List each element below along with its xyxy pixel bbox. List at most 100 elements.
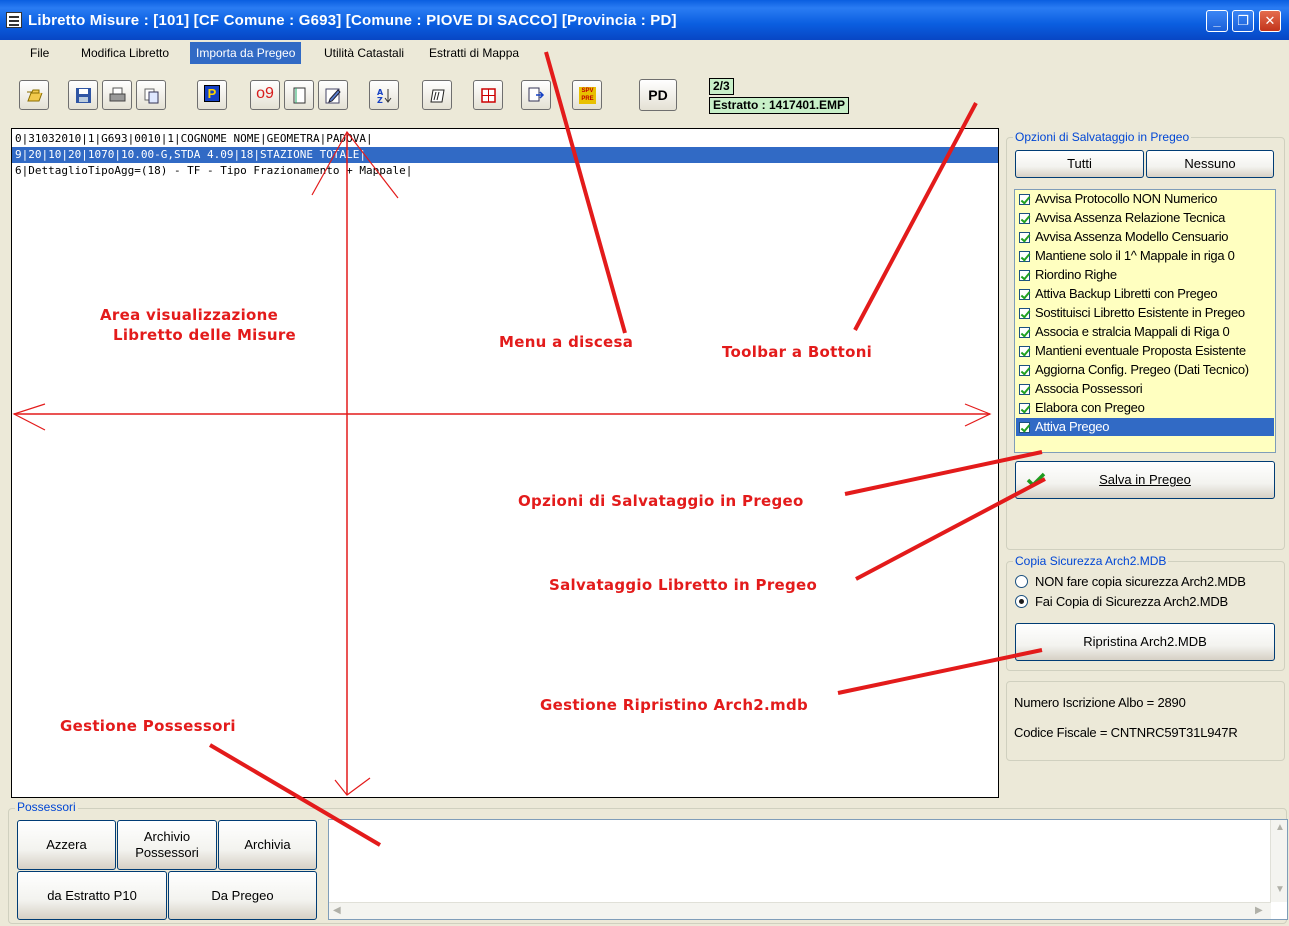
checkbox-checked[interactable] — [1019, 365, 1030, 376]
backup-legend: Copia Sicurezza Arch2.MDB — [1013, 554, 1169, 568]
checkbox-checked[interactable] — [1019, 232, 1030, 243]
annotation-toolbar: Toolbar a Bottoni — [722, 343, 873, 361]
spv-pre-icon: SPV PRE — [579, 87, 596, 104]
green-check-icon — [1026, 472, 1046, 488]
libretto-row-selected[interactable]: 9|20|10|20|1070|10.00-G,STDA 4.09|18|STA… — [12, 147, 998, 163]
pd-button[interactable]: PD — [639, 79, 677, 111]
frame-button[interactable] — [422, 80, 452, 110]
annotation-ripristino: Gestione Ripristino Arch2.mdb — [540, 696, 809, 714]
info-group — [1006, 681, 1285, 761]
annotation-possessori: Gestione Possessori — [60, 717, 236, 735]
checkbox-checked[interactable] — [1019, 194, 1030, 205]
restore-icon[interactable]: ❐ — [1232, 10, 1254, 32]
checkbox-checked[interactable] — [1019, 327, 1030, 338]
minimize-icon[interactable]: _ — [1206, 10, 1228, 32]
scroll-down-icon[interactable]: ▼ — [1275, 884, 1285, 895]
spv-pre-button[interactable]: SPV PRE — [572, 80, 602, 110]
save-button[interactable] — [68, 80, 98, 110]
export-button[interactable] — [521, 80, 551, 110]
menu-estratti-di-mappa[interactable]: Estratti di Mappa — [423, 42, 525, 64]
checkbox-checked[interactable] — [1019, 384, 1030, 395]
toolbar: P o9 AZ SPV PRE PD — [0, 66, 1289, 124]
checkbox-checked[interactable] — [1019, 346, 1030, 357]
page-button[interactable] — [284, 80, 314, 110]
grid-button[interactable] — [473, 80, 503, 110]
radio-do-backup[interactable] — [1015, 595, 1028, 608]
annotation-menu: Menu a discesa — [499, 333, 634, 351]
option-mantiene-mappale[interactable]: Mantiene solo il 1^ Mappale in riga 0 — [1016, 247, 1274, 265]
pregeo-p-button[interactable]: P — [197, 80, 227, 110]
checkbox-checked[interactable] — [1019, 422, 1030, 433]
red-grid-icon — [481, 88, 496, 103]
da-estratto-p10-button[interactable]: da Estratto P10 — [17, 871, 167, 920]
sort-button[interactable]: AZ — [369, 80, 399, 110]
option-avvisa-protocollo[interactable]: Avvisa Protocollo NON Numerico — [1016, 190, 1274, 208]
albo-number: Numero Iscrizione Albo = 2890 — [1014, 695, 1186, 710]
checkbox-checked[interactable] — [1019, 213, 1030, 224]
libretto-text-area[interactable]: 0|31032010|1|G693|0010|1|COGNOME NOME|GE… — [11, 128, 999, 798]
menu-modifica-libretto[interactable]: Modifica Libretto — [75, 42, 175, 64]
annotation-opzioni: Opzioni di Salvataggio in Pregeo — [518, 492, 804, 510]
azzera-button[interactable]: Azzera — [17, 820, 116, 870]
menu-utilita-catastali[interactable]: Utilità Catastali — [318, 42, 410, 64]
select-all-button[interactable]: Tutti — [1015, 150, 1144, 178]
close-icon[interactable]: ✕ — [1259, 10, 1281, 32]
option-sostituisci-libretto[interactable]: Sostituisci Libretto Esistente in Pregeo — [1016, 304, 1274, 322]
option-riordino-righe[interactable]: Riordino Righe — [1016, 266, 1274, 284]
codice-fiscale: Codice Fiscale = CNTNRC59T31L947R — [1014, 725, 1238, 740]
da-pregeo-button[interactable]: Da Pregeo — [168, 871, 317, 920]
libretto-row[interactable]: 0|31032010|1|G693|0010|1|COGNOME NOME|GE… — [12, 131, 998, 147]
checkbox-checked[interactable] — [1019, 270, 1030, 281]
scroll-right-icon[interactable]: ▶ — [1255, 905, 1263, 916]
possessori-textarea[interactable]: ▲ ▼ ◀ ▶ — [328, 819, 1288, 920]
checkbox-checked[interactable] — [1019, 251, 1030, 262]
option-associa-stralcia[interactable]: Associa e stralcia Mappali di Riga 0 — [1016, 323, 1274, 341]
save-in-pregeo-label: Salva in Pregeo — [1099, 472, 1191, 487]
scroll-up-icon[interactable]: ▲ — [1275, 822, 1285, 833]
archivio-possessori-button[interactable]: Archivio Possessori — [117, 820, 217, 870]
open-folder-button[interactable] — [19, 80, 49, 110]
loop-nine-icon: o9 — [256, 85, 274, 102]
scroll-left-icon[interactable]: ◀ — [333, 905, 341, 916]
horizontal-scrollbar[interactable]: ◀ ▶ — [329, 902, 1271, 919]
floppy-icon — [76, 88, 91, 103]
option-mantieni-proposta[interactable]: Mantieni eventuale Proposta Esistente — [1016, 342, 1274, 360]
restore-arch2-button[interactable]: Ripristina Arch2.MDB — [1015, 623, 1275, 661]
option-avvisa-modello[interactable]: Avvisa Assenza Modello Censuario — [1016, 228, 1274, 246]
page-status: 2/3 — [709, 78, 734, 95]
checkbox-checked[interactable] — [1019, 308, 1030, 319]
svg-text:Z: Z — [377, 96, 383, 104]
menu-file[interactable]: File — [24, 42, 55, 64]
printer-icon — [109, 87, 126, 102]
radio-no-backup[interactable] — [1015, 575, 1028, 588]
archivio-label-1: Archivio — [143, 829, 191, 844]
copy-pages-icon — [144, 88, 159, 104]
edit-button[interactable] — [318, 80, 348, 110]
vertical-scrollbar[interactable]: ▲ ▼ — [1270, 820, 1287, 902]
annotation-area-line1: Area visualizzazione — [100, 306, 279, 324]
option-avvisa-relazione[interactable]: Avvisa Assenza Relazione Tecnica — [1016, 209, 1274, 227]
save-in-pregeo-button[interactable]: Salva in Pregeo — [1015, 461, 1275, 499]
window-title: Libretto Misure : [101] [CF Comune : G69… — [28, 12, 677, 29]
option-associa-possessori[interactable]: Associa Possessori — [1016, 380, 1274, 398]
pd-label: PD — [648, 87, 668, 103]
checkbox-checked[interactable] — [1019, 289, 1030, 300]
option-aggiorna-config[interactable]: Aggiorna Config. Pregeo (Dati Tecnico) — [1016, 361, 1274, 379]
save-options-legend: Opzioni di Salvataggio in Pregeo — [1013, 130, 1192, 144]
copy-button[interactable] — [136, 80, 166, 110]
notebook-icon — [293, 87, 306, 104]
nine-button[interactable]: o9 — [250, 80, 280, 110]
checkbox-checked[interactable] — [1019, 403, 1030, 414]
select-none-button[interactable]: Nessuno — [1146, 150, 1274, 178]
option-elabora-pregeo[interactable]: Elabora con Pregeo — [1016, 399, 1274, 417]
option-attiva-backup[interactable]: Attiva Backup Libretti con Pregeo — [1016, 285, 1274, 303]
option-attiva-pregeo[interactable]: Attiva Pregeo — [1016, 418, 1274, 436]
archivia-button[interactable]: Archivia — [218, 820, 317, 870]
print-button[interactable] — [102, 80, 132, 110]
libretto-row[interactable]: 6|DettaglioTipoAgg=(18) - TF - Tipo Fraz… — [12, 163, 998, 179]
folder-icon — [27, 89, 43, 102]
frame-icon — [430, 89, 445, 103]
menu-importa-da-pregeo[interactable]: Importa da Pregeo — [190, 42, 302, 64]
archivio-label-2: Possessori — [135, 845, 199, 860]
sort-az-icon: AZ — [377, 88, 392, 104]
